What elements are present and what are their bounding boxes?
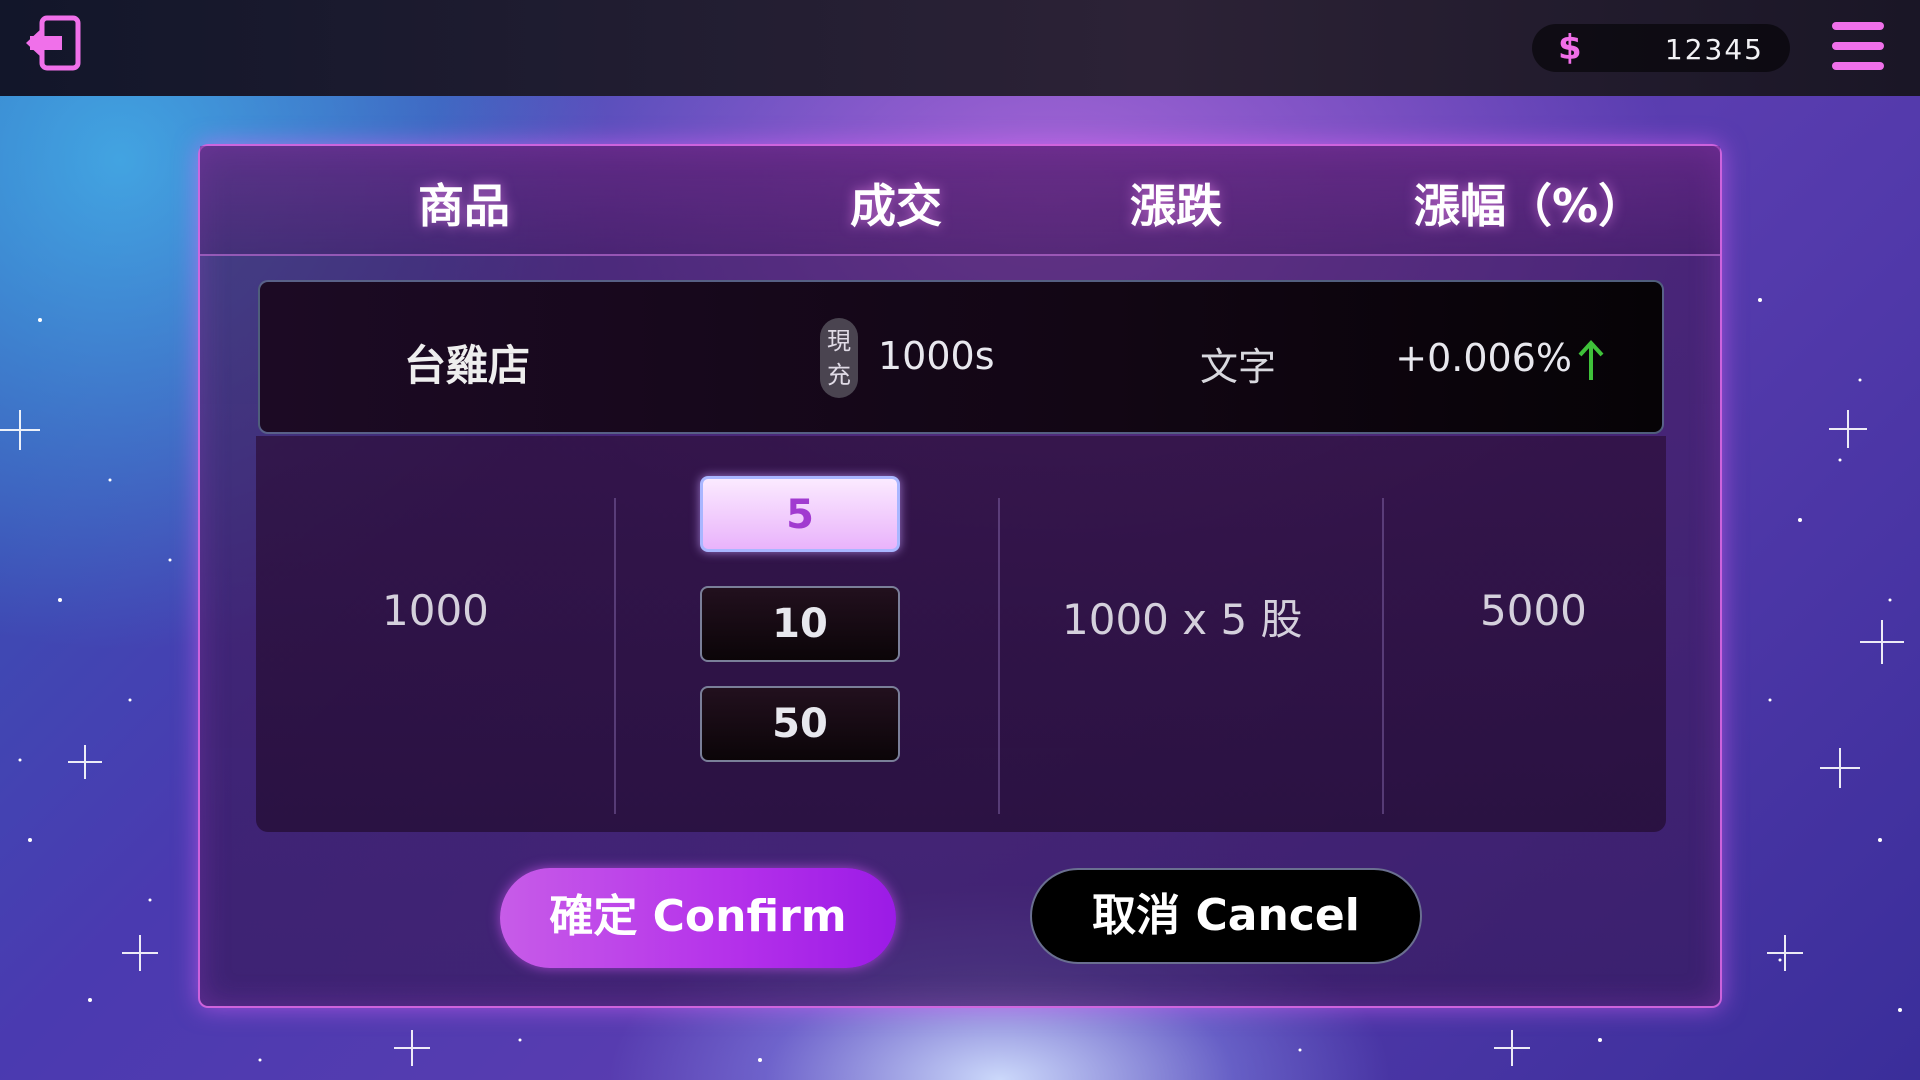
stock-row: 台雞店 現 充 1000s 文字 +0.006% [258,280,1664,434]
balance-amount: 12345 [1664,33,1764,66]
stock-name: 台雞店 [404,341,531,390]
order-total: 5000 [1480,586,1587,635]
order-area: 1000 5 10 50 1000 x 5 股 5000 [256,436,1666,832]
unit-price: 1000 [382,586,489,635]
stock-change: 文字 [1200,345,1277,389]
quantity-option-10[interactable]: 10 [700,586,900,662]
table-header: 商品 成交 漲跌 漲幅（%） [200,146,1720,256]
confirm-button[interactable]: 確定 Confirm [500,868,896,968]
percent-value: +0.006% [1395,336,1572,380]
cancel-button[interactable]: 取消 Cancel [1030,868,1422,964]
divider [998,498,1000,814]
header-change: 漲跌 [1130,179,1222,233]
quantity-option-50[interactable]: 50 [700,686,900,762]
dollar-icon: $ [1558,28,1582,68]
divider [614,498,616,814]
arrow-up-icon [1578,339,1604,380]
quantity-option-5[interactable]: 5 [700,476,900,552]
badge-line-1: 現 [827,327,851,355]
exit-door-icon [26,15,81,71]
status-badge: 現 充 [820,318,858,398]
trade-dialog: 商品 成交 漲跌 漲幅（%） 台雞店 現 充 1000s 文字 +0.006% … [198,144,1722,1008]
hamburger-menu-icon[interactable] [1832,22,1884,70]
header-price: 成交 [850,179,942,233]
stock-change-percent: +0.006% [1395,336,1604,382]
order-formula: 1000 x 5 股 [1062,595,1303,644]
stock-price: 1000s [878,334,995,378]
balance-display: $ 12345 [1532,24,1790,72]
header-product: 商品 [418,179,510,233]
back-button[interactable] [24,14,84,74]
badge-line-2: 充 [827,361,851,389]
divider [1382,498,1384,814]
header-change-percent: 漲幅（%） [1414,179,1645,233]
top-bar: $ 12345 [0,0,1920,96]
